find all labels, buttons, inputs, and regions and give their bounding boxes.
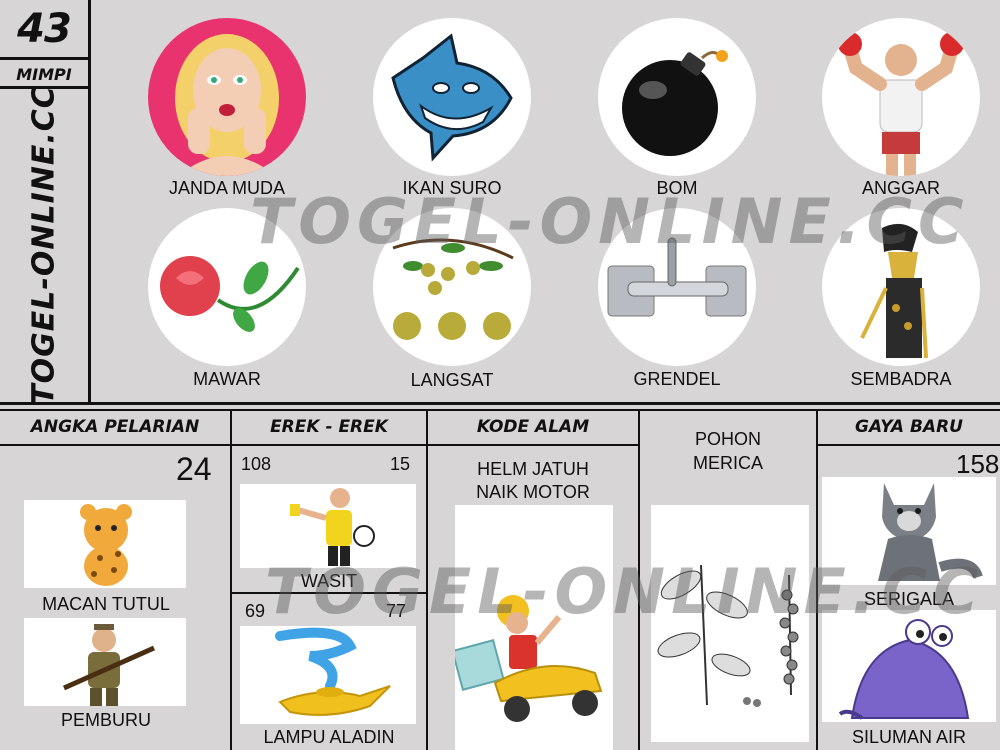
sections-header-border-right (818, 444, 1000, 446)
kode-alam-line-1: HELM JATUH (477, 459, 589, 479)
macan-tutul-image (24, 500, 186, 588)
serigala-label: SERIGALA (863, 589, 955, 609)
pohon-line-2: MERICA (692, 453, 763, 473)
referee-icon (290, 488, 375, 566)
wasit-label: WASIT (300, 571, 358, 591)
hunter-icon (62, 624, 156, 706)
main-item-label: ANGGAR (861, 178, 940, 198)
serigala-image (822, 477, 996, 585)
wolf-icon (878, 483, 983, 581)
pepper-plant-icon (657, 564, 799, 707)
dream-number: 43 (17, 6, 72, 52)
langsat-image (373, 208, 531, 366)
shark-icon (391, 33, 513, 162)
siluman-air-image (822, 610, 996, 722)
mawar-image (148, 208, 306, 366)
helm-jatuh-image (451, 505, 613, 750)
sembadra-image (822, 208, 980, 366)
erek-erek-header: EREK - EREK (270, 417, 388, 437)
site-name-vertical: TOGEL-ONLINE.CC (6, 85, 82, 405)
main-item-label: GRENDEL (633, 369, 721, 389)
erek-split-line (231, 592, 427, 594)
main-bottom-border (0, 402, 1000, 405)
bomb-icon (622, 50, 728, 156)
janda-muda-image (148, 18, 306, 176)
leopard-icon (80, 504, 132, 586)
angka-pelarian-header: ANGKA PELARIAN (30, 417, 200, 437)
main-item-label: SEMBADRA (850, 369, 952, 389)
main-item-label: IKAN SURO (402, 178, 502, 198)
erek-bottom-right-number: 77 (386, 601, 407, 621)
section-divider-4 (816, 410, 818, 750)
site-name-text: TOGEL-ONLINE.CC (26, 85, 62, 405)
erek-bottom-left-number: 69 (245, 601, 266, 621)
erek-top-right-number: 15 (390, 454, 411, 474)
angka-pelarian-number: 24 (176, 451, 212, 487)
water-monster-icon (838, 619, 970, 720)
gaya-baru-header: GAYA BARU (855, 417, 963, 437)
door-bolt-icon (607, 237, 747, 317)
main-item-label: LANGSAT (410, 370, 494, 390)
macan-tutul-label: MACAN TUTUL (42, 594, 170, 614)
sections-header-border-left (0, 444, 640, 446)
ikan-suro-image (373, 18, 531, 176)
magic-lamp-icon (275, 627, 391, 716)
grendel-image (598, 208, 756, 366)
main-item-label: MAWAR (193, 369, 261, 389)
pemburu-image (24, 618, 186, 706)
kode-alam-line-2: NAIK MOTOR (476, 482, 590, 502)
rose-icon (160, 256, 300, 332)
pohon-line-1: POHON (694, 429, 761, 449)
kode-alam-header: KODE ALAM (476, 417, 590, 437)
sidebar-divider (88, 0, 91, 403)
pemburu-label: PEMBURU (60, 710, 151, 730)
bom-image (598, 18, 756, 176)
erek-top-left-number: 108 (241, 454, 272, 474)
langsat-fruit-icon (392, 238, 514, 340)
dream-label: MIMPI (16, 64, 72, 84)
lampu-aladin-label: LAMPU ALADIN (263, 727, 395, 747)
lampu-aladin-image (240, 626, 416, 724)
wasit-image (240, 484, 416, 568)
main-item-label: BOM (656, 178, 698, 198)
pohon-merica-image (651, 505, 809, 742)
woman-face-icon (175, 34, 279, 176)
siluman-air-label: SILUMAN AIR (851, 727, 967, 747)
gaya-baru-number: 158 (956, 449, 1000, 479)
boxer-icon (838, 32, 964, 176)
anggar-image (822, 18, 980, 176)
wayang-puppet-icon (860, 223, 928, 359)
scooter-rider-icon (451, 595, 603, 722)
main-item-label: JANDA MUDA (168, 178, 285, 198)
